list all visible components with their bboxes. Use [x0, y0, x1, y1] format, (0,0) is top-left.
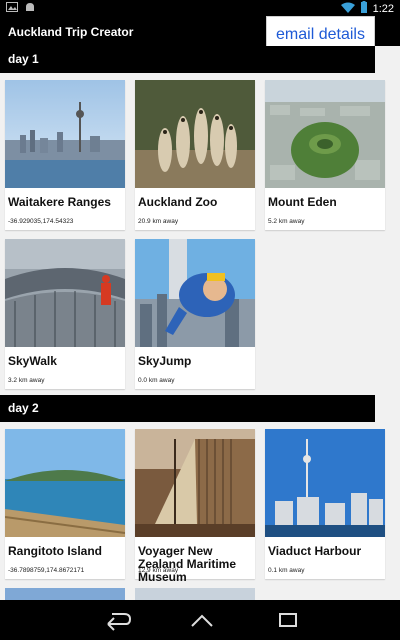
place-card[interactable]: Voyager New Zealand Maritime Museum 12.9… — [135, 429, 255, 584]
place-distance: 5.2 km away — [268, 218, 305, 225]
back-icon[interactable] — [96, 608, 136, 632]
status-bar: 1:22 — [0, 0, 400, 16]
place-image — [5, 239, 125, 347]
place-distance: 12.9 km away — [138, 567, 179, 574]
place-title: SkyJump — [138, 354, 192, 368]
place-title: SkyWalk — [8, 354, 57, 368]
place-card[interactable]: Auckland Zoo 20.9 km away — [135, 80, 255, 230]
clock: 1:22 — [372, 2, 394, 15]
app-title: Auckland Trip Creator — [8, 25, 134, 39]
place-distance: 0.1 km away — [268, 567, 305, 574]
place-title: Voyager New Zealand Maritime Museum — [138, 544, 237, 584]
place-title: Viaduct Harbour — [268, 544, 362, 558]
place-distance: -36.929035,174.54323 — [8, 218, 74, 225]
place-card[interactable]: Mount Eden 5.2 km away — [265, 80, 385, 230]
place-image — [5, 429, 125, 537]
partial-card[interactable] — [5, 588, 125, 600]
place-distance: 3.2 km away — [8, 377, 45, 384]
place-title: Waitakere Ranges — [8, 195, 111, 209]
battery-icon — [360, 1, 368, 16]
place-image — [265, 80, 385, 188]
place-card[interactable]: Viaduct Harbour 0.1 km away — [265, 429, 385, 579]
recent-apps-icon[interactable] — [268, 608, 308, 632]
place-image — [135, 429, 255, 537]
photo-icon — [6, 2, 18, 15]
day-header: day 2 — [0, 395, 375, 422]
home-icon[interactable] — [182, 608, 222, 632]
place-image — [135, 80, 255, 188]
place-card[interactable]: SkyWalk 3.2 km away — [5, 239, 125, 389]
place-title: Mount Eden — [268, 195, 337, 209]
place-distance: -36.7898759,174.8672171 — [8, 567, 85, 574]
place-card[interactable]: SkyJump 0.0 km away — [135, 239, 255, 389]
navigation-bar — [0, 600, 400, 640]
place-distance: 20.9 km away — [138, 218, 179, 225]
place-card[interactable]: Rangitoto Island -36.7898759,174.8672171 — [5, 429, 125, 579]
day-header: day 1 — [0, 46, 375, 73]
place-image — [5, 80, 125, 188]
place-title: Rangitoto Island — [8, 544, 102, 558]
place-card[interactable]: Waitakere Ranges -36.929035,174.54323 — [5, 80, 125, 230]
android-icon — [24, 2, 36, 15]
place-image — [265, 429, 385, 537]
partial-card[interactable] — [135, 588, 255, 600]
place-title: Auckland Zoo — [138, 195, 218, 209]
place-distance: 0.0 km away — [138, 377, 175, 384]
wifi-icon — [340, 2, 355, 16]
place-image — [135, 239, 255, 347]
